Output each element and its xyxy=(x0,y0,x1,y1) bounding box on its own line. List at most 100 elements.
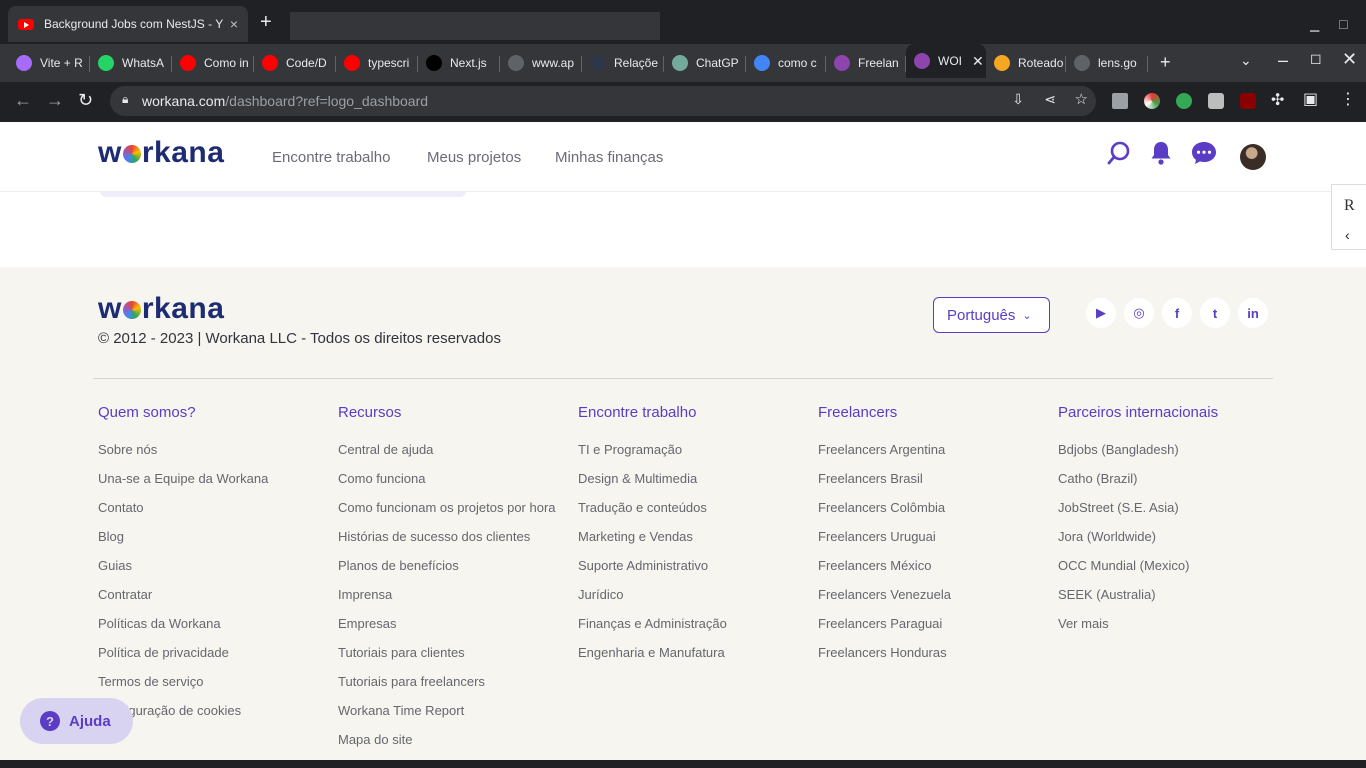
close-icon[interactable]: × xyxy=(230,16,238,32)
footer-link[interactable]: Freelancers Paraguai xyxy=(818,615,1038,632)
extensions-puzzle-icon[interactable]: ✣ xyxy=(1271,90,1284,110)
forward-icon[interactable]: → xyxy=(46,90,64,111)
bookmark-star-icon[interactable]: ☆ xyxy=(1075,90,1088,108)
maximize-icon[interactable]: ☐ xyxy=(1338,18,1349,32)
footer-workana-logo[interactable]: w rkana xyxy=(98,292,224,326)
browser-tab[interactable]: como c xyxy=(746,48,826,78)
footer-link[interactable]: Blog xyxy=(98,528,318,545)
bell-icon[interactable] xyxy=(1146,140,1176,170)
footer-link[interactable]: Planos de benefícios xyxy=(338,557,558,574)
browser-tab[interactable]: Roteado xyxy=(986,48,1066,78)
chat-icon[interactable] xyxy=(1189,140,1219,170)
footer-link[interactable]: Termos de serviço xyxy=(98,673,318,690)
search-icon[interactable] xyxy=(1104,140,1134,170)
browser-tab[interactable]: Code/D xyxy=(254,48,336,78)
menu-dots-icon[interactable]: ⋮ xyxy=(1340,89,1356,109)
footer-link[interactable]: Como funcionam os projetos por hora xyxy=(338,499,558,516)
extension-icon[interactable] xyxy=(1144,93,1160,109)
window-tab[interactable]: Background Jobs com NestJS - Y × xyxy=(8,6,248,42)
browser-tab[interactable]: www.ap xyxy=(500,48,582,78)
footer-link[interactable]: JobStreet (S.E. Asia) xyxy=(1058,499,1278,516)
footer-link[interactable]: Freelancers Venezuela xyxy=(818,586,1038,603)
footer-link[interactable]: Suporte Administrativo xyxy=(578,557,798,574)
nav-encontre-trabalho[interactable]: Encontre trabalho xyxy=(272,149,390,166)
footer-link[interactable]: Una-se a Equipe da Workana xyxy=(98,470,318,487)
language-select[interactable]: Português ⌄ xyxy=(933,297,1050,333)
floating-side-panel[interactable]: R ‹ xyxy=(1331,184,1366,250)
footer-link[interactable]: Contratar xyxy=(98,586,318,603)
footer-link[interactable]: Freelancers México xyxy=(818,557,1038,574)
footer-link[interactable]: Mapa do site xyxy=(338,731,558,748)
workana-logo[interactable]: w rkana xyxy=(98,136,224,170)
footer-link[interactable]: Imprensa xyxy=(338,586,558,603)
footer-link[interactable]: Freelancers Colômbia xyxy=(818,499,1038,516)
browser-tab[interactable]: Como in xyxy=(172,48,254,78)
footer-column-title[interactable]: Freelancers xyxy=(818,404,1038,421)
chevron-left-icon[interactable]: ‹ xyxy=(1345,227,1350,243)
browser-tab[interactable]: WOI ✕ xyxy=(906,44,986,78)
share-icon[interactable]: ⋖ xyxy=(1044,91,1056,108)
linkedin-icon[interactable]: in xyxy=(1238,298,1268,328)
footer-link[interactable]: Jurídico xyxy=(578,586,798,603)
footer-link[interactable]: Como funciona xyxy=(338,470,558,487)
browser-tab[interactable]: ChatGP xyxy=(664,48,746,78)
reload-icon[interactable]: ↻ xyxy=(78,90,93,111)
new-tab-button[interactable]: + xyxy=(260,12,272,32)
footer-link[interactable]: Marketing e Vendas xyxy=(578,528,798,545)
footer-link[interactable]: Tradução e conteúdos xyxy=(578,499,798,516)
footer-link[interactable]: Jora (Worldwide) xyxy=(1058,528,1278,545)
footer-link[interactable]: Engenharia e Manufatura xyxy=(578,644,798,661)
footer-link[interactable]: Empresas xyxy=(338,615,558,632)
browser-tab[interactable]: Vite + R xyxy=(8,48,90,78)
extension-icon[interactable] xyxy=(1208,93,1224,109)
close-icon[interactable]: ✕ xyxy=(972,53,984,70)
footer-link[interactable]: Workana Time Report xyxy=(338,702,558,719)
footer-column-title[interactable]: Parceiros internacionais xyxy=(1058,404,1278,421)
footer-link[interactable]: Tutoriais para clientes xyxy=(338,644,558,661)
footer-link[interactable]: Freelancers Honduras xyxy=(818,644,1038,661)
footer-link[interactable]: Freelancers Uruguai xyxy=(818,528,1038,545)
youtube-icon[interactable]: ▶ xyxy=(1086,298,1116,328)
tab-search-icon[interactable]: ⌄ xyxy=(1240,52,1252,69)
twitter-icon[interactable]: t xyxy=(1200,298,1230,328)
address-bar[interactable]: 🔒︎ workana.com/dashboard?ref=logo_dashbo… xyxy=(110,86,1096,116)
footer-link[interactable]: Central de ajuda xyxy=(338,441,558,458)
ublock-extension-icon[interactable] xyxy=(1240,93,1256,109)
browser-tab[interactable]: typescri xyxy=(336,48,418,78)
nav-meus-projetos[interactable]: Meus projetos xyxy=(427,149,521,166)
browser-tab[interactable]: Freelan xyxy=(826,48,906,78)
back-icon[interactable]: ← xyxy=(14,90,32,111)
maximize-icon[interactable]: ◻ xyxy=(1310,50,1322,67)
footer-link[interactable]: Sobre nós xyxy=(98,441,318,458)
footer-link[interactable]: Políticas da Workana xyxy=(98,615,318,632)
footer-link[interactable]: OCC Mundial (Mexico) xyxy=(1058,557,1278,574)
help-button[interactable]: ? Ajuda xyxy=(20,698,133,744)
footer-link[interactable]: Design & Multimedia xyxy=(578,470,798,487)
footer-column-title[interactable]: Encontre trabalho xyxy=(578,404,798,421)
footer-link[interactable]: Catho (Brazil) xyxy=(1058,470,1278,487)
footer-link[interactable]: TI e Programação xyxy=(578,441,798,458)
translate-extension-icon[interactable] xyxy=(1112,93,1128,109)
user-avatar[interactable] xyxy=(1240,144,1266,170)
footer-link[interactable]: Política de privacidade xyxy=(98,644,318,661)
footer-column-title[interactable]: Recursos xyxy=(338,404,558,421)
footer-link[interactable]: SEEK (Australia) xyxy=(1058,586,1278,603)
footer-link[interactable]: Histórias de sucesso dos clientes xyxy=(338,528,558,545)
nav-minhas-financas[interactable]: Minhas finanças xyxy=(555,149,663,166)
footer-link[interactable]: Tutoriais para freelancers xyxy=(338,673,558,690)
install-icon[interactable]: ⇩ xyxy=(1012,91,1024,108)
browser-tab[interactable]: Next.js xyxy=(418,48,500,78)
footer-link[interactable]: Freelancers Argentina xyxy=(818,441,1038,458)
close-window-icon[interactable]: ✕ xyxy=(1342,49,1357,70)
grammarly-extension-icon[interactable] xyxy=(1176,93,1192,109)
browser-tab[interactable]: Relaçõe xyxy=(582,48,664,78)
minimize-icon[interactable]: ▁ xyxy=(1310,18,1319,32)
facebook-icon[interactable]: f xyxy=(1162,298,1192,328)
footer-link[interactable]: Contato xyxy=(98,499,318,516)
footer-link[interactable]: Freelancers Brasil xyxy=(818,470,1038,487)
minimize-icon[interactable]: – xyxy=(1278,50,1288,71)
footer-link[interactable]: Ver mais xyxy=(1058,615,1278,632)
browser-tab[interactable]: WhatsA xyxy=(90,48,172,78)
lock-icon[interactable]: 🔒︎ xyxy=(122,92,128,107)
browser-tab[interactable]: lens.go xyxy=(1066,48,1148,78)
